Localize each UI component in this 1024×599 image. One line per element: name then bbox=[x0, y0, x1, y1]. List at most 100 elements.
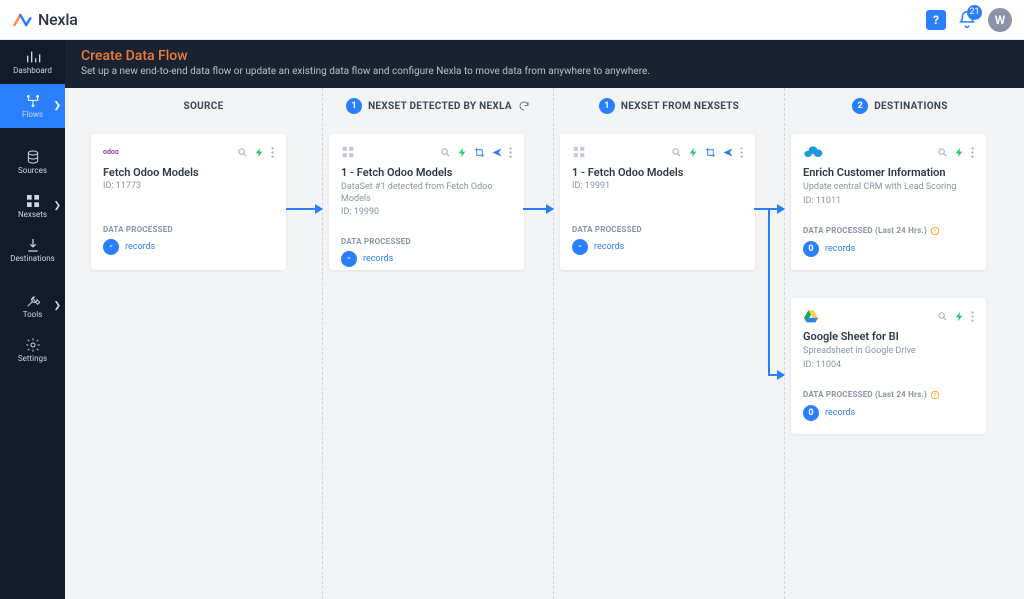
gear-icon bbox=[25, 337, 41, 353]
column-count-badge: 1 bbox=[599, 98, 615, 114]
sidebar-label: Nexsets bbox=[18, 211, 47, 219]
column-source: SOURCE odoo Fetch Odoo Models ID: 11773 … bbox=[91, 88, 316, 599]
search-icon[interactable] bbox=[440, 147, 451, 158]
sidebar-label: Settings bbox=[18, 355, 47, 363]
more-icon[interactable] bbox=[971, 311, 974, 322]
brand[interactable]: Nexla bbox=[12, 10, 78, 30]
warning-icon bbox=[930, 226, 940, 236]
bolt-icon[interactable] bbox=[254, 147, 265, 158]
column-header: 1 NEXSET DETECTED BY NEXLA bbox=[329, 88, 547, 124]
help-button[interactable]: ? bbox=[926, 10, 946, 30]
column-header: SOURCE bbox=[91, 88, 316, 124]
card-footer-label: DATA PROCESSED bbox=[103, 225, 274, 234]
odoo-connector-icon: odoo bbox=[103, 145, 125, 159]
metric-link[interactable]: records bbox=[825, 244, 855, 254]
user-avatar[interactable]: W bbox=[988, 8, 1012, 32]
brand-logo-icon bbox=[12, 10, 32, 30]
search-icon[interactable] bbox=[671, 147, 682, 158]
sidebar-label: Sources bbox=[18, 167, 47, 175]
source-card[interactable]: odoo Fetch Odoo Models ID: 11773 DATA PR… bbox=[91, 134, 286, 270]
metric-link[interactable]: records bbox=[594, 242, 624, 252]
card-title: Enrich Customer Information bbox=[803, 166, 974, 179]
sidebar-label: Flows bbox=[22, 111, 43, 119]
column-nexsets: 1 NEXSET FROM NEXSETS 1 - Fetch Odoo Mod… bbox=[553, 88, 778, 599]
card-id: ID: 19991 bbox=[572, 181, 743, 191]
sidebar-item-settings[interactable]: Settings bbox=[0, 328, 65, 372]
send-icon[interactable] bbox=[722, 147, 734, 158]
destination-card-salesforce[interactable]: Enrich Customer Information Update centr… bbox=[791, 134, 986, 270]
card-id: ID: 11011 bbox=[803, 196, 974, 206]
notifications-button[interactable]: 21 bbox=[956, 9, 978, 31]
dataset-icon bbox=[572, 145, 594, 159]
nexset-card[interactable]: 1 - Fetch Odoo Models ID: 19991 DATA PRO… bbox=[560, 134, 755, 270]
dataset-icon bbox=[341, 145, 363, 159]
card-footer-label: DATA PROCESSED (Last 24 Hrs.) bbox=[803, 390, 974, 400]
google-drive-icon bbox=[803, 309, 825, 323]
sidebar-item-sources[interactable]: Sources bbox=[0, 140, 65, 184]
card-title: Google Sheet for BI bbox=[803, 330, 974, 343]
chevron-right-icon: ❯ bbox=[53, 201, 61, 211]
connector-arrow bbox=[768, 374, 784, 376]
destination-card-googlesheet[interactable]: Google Sheet for BI Spreadsheet in Googl… bbox=[791, 298, 986, 434]
card-subtitle: Spreadsheet in Google Drive bbox=[803, 346, 974, 358]
sidebar-item-nexsets[interactable]: Nexsets ❯ bbox=[0, 184, 65, 228]
card-subtitle: Update central CRM with Lead Scoring bbox=[803, 182, 974, 194]
column-count-badge: 2 bbox=[852, 98, 868, 114]
metric-value: - bbox=[572, 239, 588, 255]
transform-icon[interactable] bbox=[474, 147, 485, 158]
brand-name: Nexla bbox=[38, 10, 78, 29]
flow-canvas: SOURCE odoo Fetch Odoo Models ID: 11773 … bbox=[65, 88, 1024, 599]
sidebar-item-flows[interactable]: Flows ❯ bbox=[0, 84, 65, 128]
card-footer-label-text: DATA PROCESSED (Last 24 Hrs.) bbox=[803, 226, 927, 235]
download-icon bbox=[25, 237, 41, 253]
metric-link[interactable]: records bbox=[363, 254, 393, 264]
column-count-badge: 1 bbox=[346, 98, 362, 114]
card-title: 1 - Fetch Odoo Models bbox=[572, 166, 743, 179]
metric-link[interactable]: records bbox=[825, 408, 855, 418]
sidebar-item-dashboard[interactable]: Dashboard bbox=[0, 40, 65, 84]
more-icon[interactable] bbox=[740, 147, 743, 158]
bolt-icon[interactable] bbox=[954, 147, 965, 158]
bolt-icon[interactable] bbox=[457, 147, 468, 158]
metric-value: - bbox=[103, 239, 119, 255]
card-id: ID: 11004 bbox=[803, 360, 974, 370]
grid-icon bbox=[25, 193, 41, 209]
topbar: Nexla ? 21 W bbox=[0, 0, 1024, 40]
card-footer-label: DATA PROCESSED bbox=[572, 225, 743, 234]
refresh-icon[interactable] bbox=[518, 100, 530, 112]
more-icon[interactable] bbox=[271, 147, 274, 158]
page-title: Create Data Flow bbox=[81, 48, 1008, 64]
column-title: NEXSET FROM NEXSETS bbox=[621, 101, 739, 112]
search-icon[interactable] bbox=[237, 147, 248, 158]
tools-icon bbox=[25, 293, 41, 309]
card-title: Fetch Odoo Models bbox=[103, 166, 274, 179]
sidebar-item-tools[interactable]: Tools ❯ bbox=[0, 284, 65, 328]
search-icon[interactable] bbox=[937, 147, 948, 158]
database-icon bbox=[25, 149, 41, 165]
transform-icon[interactable] bbox=[705, 147, 716, 158]
sidebar-item-destinations[interactable]: Destinations bbox=[0, 228, 65, 272]
chevron-right-icon: ❯ bbox=[53, 301, 61, 311]
card-footer-label-text: DATA PROCESSED (Last 24 Hrs.) bbox=[803, 390, 927, 399]
column-destinations: 2 DESTINATIONS Enrich Customer Informati… bbox=[784, 88, 1009, 599]
chevron-right-icon: ❯ bbox=[53, 101, 61, 111]
sidebar-label: Dashboard bbox=[13, 67, 52, 75]
sidebar: Dashboard Flows ❯ Sources Nexsets ❯ Dest… bbox=[0, 40, 65, 599]
bolt-icon[interactable] bbox=[688, 147, 699, 158]
card-title: 1 - Fetch Odoo Models bbox=[341, 166, 512, 179]
metric-value: 0 bbox=[803, 241, 819, 257]
sidebar-label: Tools bbox=[23, 311, 43, 319]
send-icon[interactable] bbox=[491, 147, 503, 158]
card-footer-label: DATA PROCESSED (Last 24 Hrs.) bbox=[803, 226, 974, 236]
detected-card[interactable]: 1 - Fetch Odoo Models DataSet #1 detecte… bbox=[329, 134, 524, 270]
more-icon[interactable] bbox=[971, 147, 974, 158]
notification-count-badge: 21 bbox=[967, 5, 982, 20]
sidebar-label: Destinations bbox=[10, 255, 55, 263]
column-header: 1 NEXSET FROM NEXSETS bbox=[560, 88, 778, 124]
more-icon[interactable] bbox=[509, 147, 512, 158]
search-icon[interactable] bbox=[937, 311, 948, 322]
metric-link[interactable]: records bbox=[125, 242, 155, 252]
bolt-icon[interactable] bbox=[954, 311, 965, 322]
page-header: Create Data Flow Set up a new end-to-end… bbox=[65, 40, 1024, 88]
column-header: 2 DESTINATIONS bbox=[791, 88, 1009, 124]
